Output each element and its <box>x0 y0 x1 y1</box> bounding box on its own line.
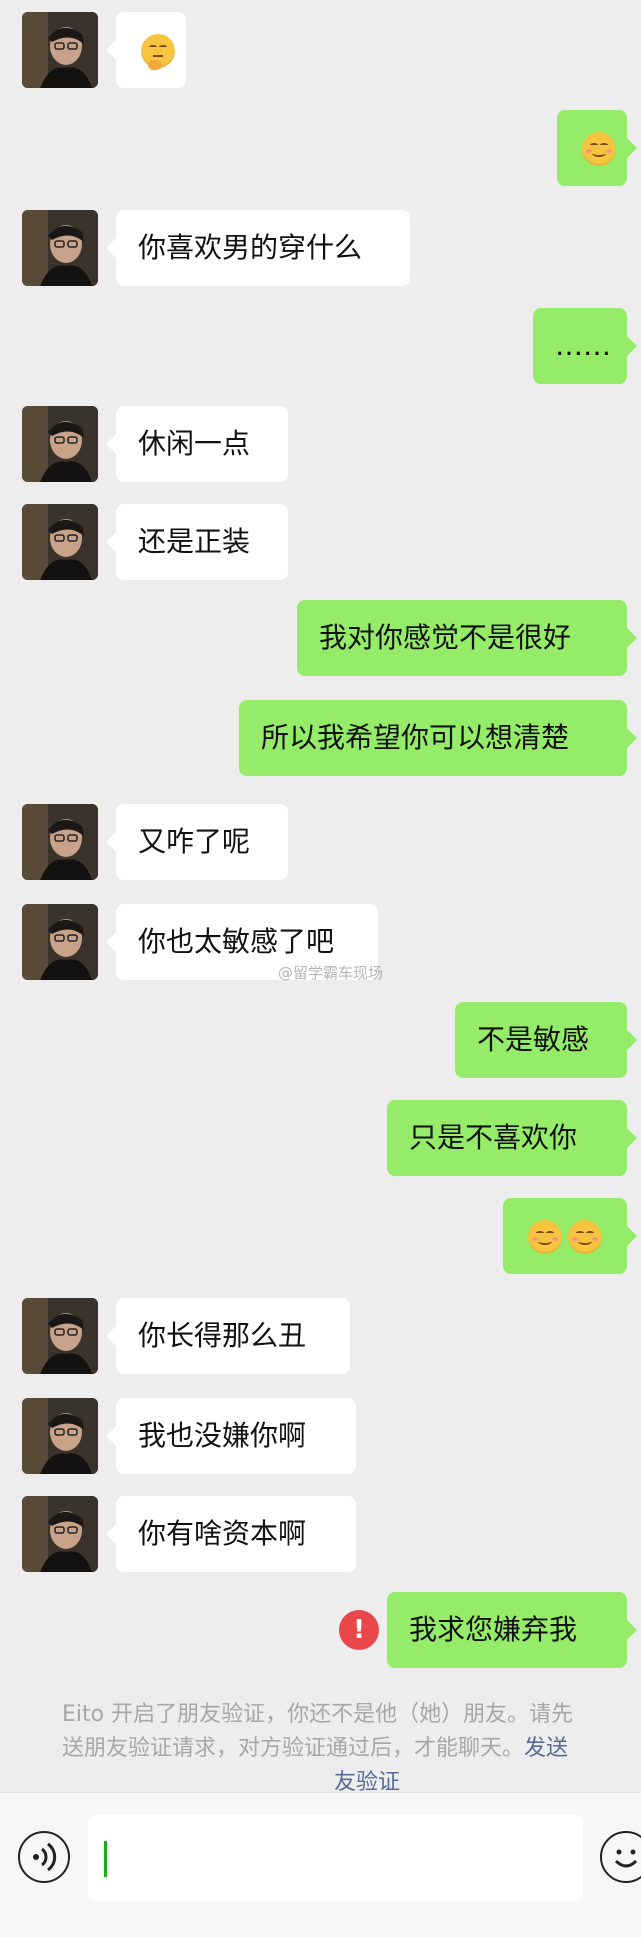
smiling-face-emoji-icon <box>528 1220 562 1254</box>
smiling-face-emoji-icon <box>568 1220 602 1254</box>
incoming-message-row: 你喜欢男的穿什么 <box>0 210 641 290</box>
emoji-button[interactable] <box>600 1831 641 1883</box>
send-failed-icon[interactable]: ! <box>339 1610 379 1650</box>
message-text: 不是敏感 <box>477 1023 590 1056</box>
emoji-icon <box>614 1849 638 1868</box>
message-text: 你喜欢男的穿什么 <box>138 231 363 264</box>
message-text: 我也没嫌你啊 <box>138 1419 307 1452</box>
notice-line-2-text: 送朋友验证请求，对方验证通过后，才能聊天。 <box>62 1736 525 1761</box>
outgoing-message-bubble[interactable]: 我对你感觉不是很好 <box>297 600 637 676</box>
outgoing-message-bubble[interactable] <box>557 110 637 186</box>
message-text: 所以我希望你可以想清楚 <box>261 721 570 754</box>
contact-avatar[interactable] <box>22 12 98 88</box>
watermark: @留学霸车现场 <box>278 964 384 982</box>
message-text: 只是不喜欢你 <box>409 1121 578 1154</box>
incoming-message-bubble[interactable] <box>106 12 186 88</box>
incoming-message-bubble[interactable]: 你喜欢男的穿什么 <box>106 210 410 286</box>
outgoing-message-row <box>0 110 641 190</box>
outgoing-message-row <box>0 1198 641 1278</box>
outgoing-message-bubble[interactable]: 只是不喜欢你 <box>387 1100 637 1176</box>
send-verification-link[interactable]: 发送 <box>524 1736 568 1761</box>
smiling-face-emoji-icon <box>582 132 616 166</box>
contact-avatar[interactable] <box>22 210 98 286</box>
message-text: 你也太敏感了吧 <box>138 925 335 958</box>
message-input[interactable] <box>88 1815 583 1901</box>
message-text: 我求您嫌弃我 <box>409 1613 578 1646</box>
incoming-message-row: 你长得那么丑 <box>0 1298 641 1378</box>
voice-icon <box>33 1842 57 1872</box>
chat-input-toolbar <box>0 1792 641 1937</box>
incoming-message-bubble[interactable]: 还是正装 <box>106 504 288 580</box>
incoming-message-row: 又咋了呢 <box>0 804 641 884</box>
contact-avatar[interactable] <box>22 1496 98 1572</box>
voice-input-button[interactable] <box>18 1831 70 1883</box>
incoming-message-row: 我也没嫌你啊 <box>0 1398 641 1478</box>
chat-message-list[interactable]: 你喜欢男的穿什么 …… 休闲一点还是正装我对你感觉不是很好所以我希望你可以想清楚又咋… <box>0 0 641 1790</box>
notice-line-1: Eito 开启了朋友验证，你还不是他（她）朋友。请先 <box>62 1702 574 1727</box>
message-text: 我对你感觉不是很好 <box>319 621 572 654</box>
contact-avatar[interactable] <box>22 804 98 880</box>
incoming-message-row: 你有啥资本啊 <box>0 1496 641 1576</box>
outgoing-message-bubble[interactable]: …… <box>533 308 637 384</box>
incoming-message-row: 还是正装 <box>0 504 641 584</box>
notice-line-2: 送朋友验证请求，对方验证通过后，才能聊天。发送 <box>62 1732 641 1766</box>
incoming-message-bubble[interactable]: 你长得那么丑 <box>106 1298 350 1374</box>
outgoing-message-bubble[interactable]: 不是敏感 <box>455 1002 637 1078</box>
message-text: 你有啥资本啊 <box>138 1517 307 1550</box>
outgoing-message-row: 只是不喜欢你 <box>0 1100 641 1180</box>
incoming-message-row: 休闲一点 <box>0 406 641 486</box>
incoming-message-bubble[interactable]: 又咋了呢 <box>106 804 288 880</box>
message-text: 你长得那么丑 <box>138 1319 307 1352</box>
contact-avatar[interactable] <box>22 406 98 482</box>
message-text: …… <box>555 329 611 362</box>
contact-avatar[interactable] <box>22 1298 98 1374</box>
outgoing-message-bubble[interactable] <box>503 1198 637 1274</box>
contact-avatar[interactable] <box>22 1398 98 1474</box>
contact-avatar[interactable] <box>22 504 98 580</box>
outgoing-message-row: 我对你感觉不是很好 <box>0 600 641 680</box>
outgoing-message-row: …… <box>0 308 641 388</box>
outgoing-message-bubble[interactable]: 我求您嫌弃我 <box>387 1592 637 1668</box>
contact-avatar[interactable] <box>22 904 98 980</box>
text-caret <box>104 1841 107 1877</box>
outgoing-message-row: 所以我希望你可以想清楚 <box>0 700 641 780</box>
incoming-message-row <box>0 12 641 92</box>
message-text: 休闲一点 <box>138 427 251 460</box>
incoming-message-bubble[interactable]: 我也没嫌你啊 <box>106 1398 356 1474</box>
outgoing-message-row: 不是敏感 <box>0 1002 641 1082</box>
message-text: 又咋了呢 <box>138 825 251 858</box>
outgoing-message-bubble[interactable]: 所以我希望你可以想清楚 <box>239 700 637 776</box>
message-text: 还是正装 <box>138 525 251 558</box>
thinking-face-emoji-icon <box>141 34 175 70</box>
outgoing-message-row: 我求您嫌弃我! <box>0 1592 641 1672</box>
incoming-message-bubble[interactable]: 休闲一点 <box>106 406 288 482</box>
friend-verification-notice: Eito 开启了朋友验证，你还不是他（她）朋友。请先 送朋友验证请求，对方验证通… <box>62 1698 641 1800</box>
incoming-message-bubble[interactable]: 你有啥资本啊 <box>106 1496 356 1572</box>
